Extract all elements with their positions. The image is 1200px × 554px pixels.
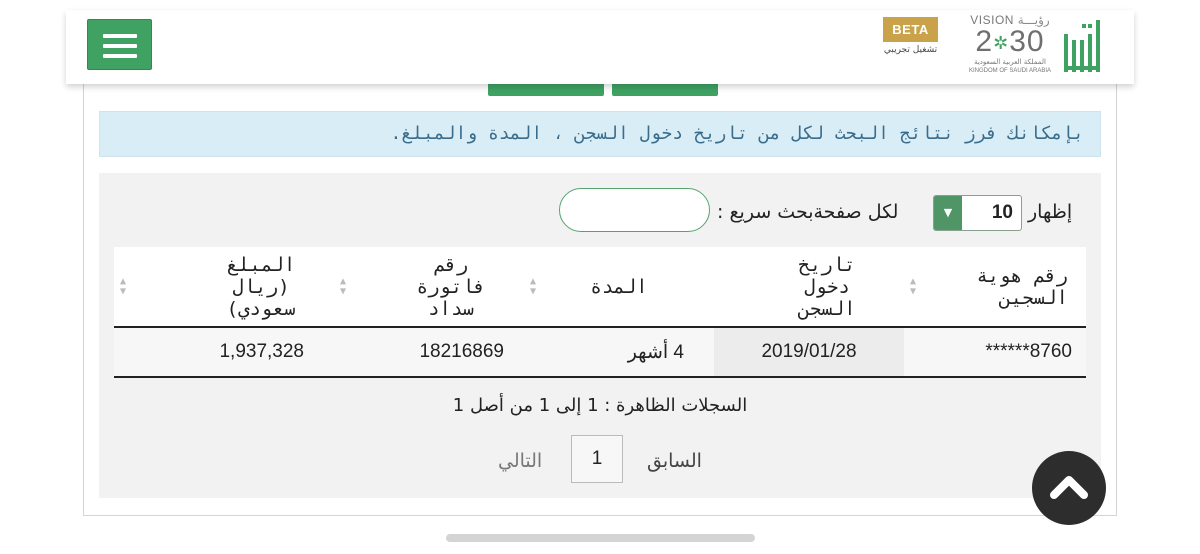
page-size-select[interactable]: ▼ 10: [933, 195, 1022, 231]
hamburger-line: [103, 34, 137, 38]
cell-duration: 4 أشهر: [524, 327, 714, 378]
sort-notice: بإمكانك فرز نتائج البحث لكل من تاريخ دخو…: [99, 111, 1101, 157]
pagination-previous[interactable]: السابق: [647, 450, 702, 472]
beta-badge: BETA تشغيل تجريبي: [883, 17, 938, 63]
pagination-current-page[interactable]: 1: [571, 435, 623, 483]
column-header-entry-date[interactable]: تاريخ دخول السجن ▲: [526, 247, 904, 328]
show-label: إظهار: [1028, 201, 1073, 223]
chevron-up-icon: [1050, 476, 1088, 499]
vision-year-right: 30: [1009, 25, 1045, 58]
sort-both-icon: ▲ ▼: [910, 275, 917, 297]
sort-both-icon: ▲ ▼: [530, 275, 537, 297]
vision-2030-logo: VISION رؤيـــة 2✲30 المملكة العربية السع…: [964, 13, 1056, 75]
hamburger-line: [103, 44, 137, 48]
kingdom-name-ar: المملكة العربية السعودية: [974, 58, 1046, 67]
sort-both-icon: ▲ ▼: [340, 275, 347, 297]
absher-logo-icon: [1062, 16, 1106, 76]
column-header-amount[interactable]: المبلغ (ريال سعودي) ▲ ▼: [114, 247, 334, 328]
vision-year: 2✲30: [964, 27, 1056, 58]
column-header-prisoner-id[interactable]: رقم هوية السجين ▲ ▼: [904, 247, 1086, 328]
chevron-down-icon: ▼: [934, 196, 962, 230]
cell-prisoner-id: ******8760: [904, 327, 1086, 378]
column-header-invoice[interactable]: رقم فاتورة سداد ▲ ▼: [334, 247, 524, 328]
column-label: تاريخ دخول السجن: [798, 253, 856, 320]
kingdom-name-en: KINGDOM OF SAUDI ARABIA: [968, 68, 1051, 75]
cell-invoice: 18216869: [334, 327, 524, 378]
table-controls: إظهار ▼ 10 لكل صفحةبحث سريع :: [99, 173, 1101, 243]
column-label: رقم هوية السجين: [976, 264, 1068, 309]
hamburger-line: [103, 54, 137, 58]
menu-button[interactable]: [87, 19, 152, 70]
page-size-value: 10: [991, 202, 1013, 223]
vision-year-left: 2: [975, 25, 994, 58]
table-header-row: رقم هوية السجين ▲▼ تاريخ دخول السجن ▲ ال…: [114, 247, 1086, 328]
results-panel: إظهار ▼ 10 لكل صفحةبحث سريع : رقم هوية ا…: [99, 173, 1101, 498]
column-label: رقم فاتورة سداد: [416, 253, 486, 320]
cell-amount: 1,937,328: [114, 327, 334, 378]
sort-both-icon: ▲ ▼: [120, 275, 127, 297]
column-label: المبلغ (ريال سعودي): [226, 253, 296, 320]
per-page-search-label: لكل صفحةبحث سريع :: [717, 201, 899, 223]
results-table: رقم هوية السجين ▲▼ تاريخ دخول السجن ▲ ال…: [114, 247, 1086, 378]
scroll-to-top-button[interactable]: [1032, 451, 1106, 525]
records-info: السجلات الظاهرة : 1 إلى 1 من أصل 1: [452, 395, 748, 416]
column-label: المدة: [590, 275, 648, 298]
table-row[interactable]: ******8760 2019/01/28 4 أشهر 18216869 1,…: [114, 327, 1086, 378]
beta-subtitle: تشغيل تجريبي: [883, 45, 938, 55]
cell-entry-date: 2019/01/28: [714, 327, 904, 378]
column-header-duration[interactable]: المدة ▲ ▼: [524, 247, 714, 328]
pagination-next[interactable]: التالي: [498, 450, 542, 472]
site-header: BETA تشغيل تجريبي VISION رؤيـــة 2✲30 ال…: [66, 10, 1134, 84]
emblem-icon: ✲: [993, 33, 1010, 54]
horizontal-scrollbar[interactable]: [446, 534, 755, 542]
quick-search-input[interactable]: [559, 188, 710, 232]
beta-label: BETA: [883, 17, 938, 42]
